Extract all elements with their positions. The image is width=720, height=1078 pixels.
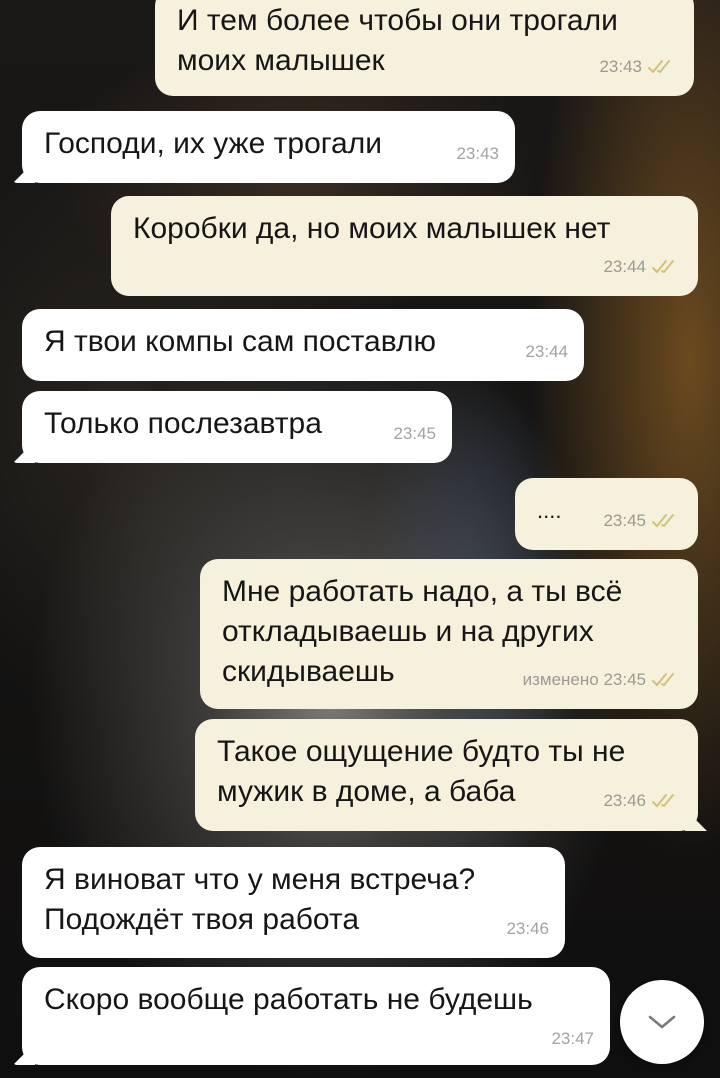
message-time: 23:47	[551, 1029, 594, 1048]
message-incoming[interactable]: Скоро вообще работать не будешь 23:47	[22, 967, 610, 1065]
message-time: 23:44	[603, 257, 646, 276]
message-outgoing[interactable]: Такое ощущение будто ты не мужик в доме,…	[195, 719, 698, 831]
message-text: Только послезавтра	[44, 407, 322, 440]
message-incoming[interactable]: Я виноват что у меня встреча? Подождёт т…	[22, 847, 565, 958]
chevron-down-icon	[648, 1015, 676, 1029]
message-outgoing[interactable]: .... 23:45	[515, 478, 698, 550]
message-outgoing[interactable]: Мне работать надо, а ты всё откладываешь…	[200, 559, 698, 709]
message-time: 23:46	[506, 919, 549, 938]
message-time: 23:44	[525, 342, 568, 361]
message-time: 23:43	[599, 57, 642, 76]
message-time: 23:46	[603, 791, 646, 810]
message-time: 23:45	[393, 424, 436, 443]
message-outgoing[interactable]: И тем более чтобы они трогали моих малыш…	[155, 0, 694, 96]
message-time: 23:43	[456, 144, 499, 163]
message-time: 23:45	[603, 511, 646, 530]
message-text: Коробки да, но моих малышек нет	[133, 212, 611, 245]
message-text: И тем более чтобы они трогали моих малыш…	[177, 4, 618, 77]
message-incoming[interactable]: Только послезавтра 23:45	[22, 391, 452, 463]
read-ticks-icon	[652, 794, 674, 808]
read-ticks-icon	[652, 673, 674, 687]
message-text: Скоро вообще работать не будешь	[44, 983, 533, 1016]
read-ticks-icon	[652, 260, 674, 274]
message-incoming[interactable]: Господи, их уже трогали 23:43	[22, 111, 515, 183]
message-incoming[interactable]: Я твои компы сам поставлю 23:44	[22, 309, 584, 381]
message-text: Я твои компы сам поставлю	[44, 325, 436, 358]
scroll-to-bottom-button[interactable]	[620, 980, 704, 1064]
message-time: изменено 23:45	[522, 670, 646, 689]
read-ticks-icon	[648, 60, 670, 74]
message-outgoing[interactable]: Коробки да, но моих малышек нет 23:44	[111, 196, 698, 296]
message-text: Господи, их уже трогали	[44, 127, 382, 160]
message-text: Я виноват что у меня встреча? Подождёт т…	[44, 863, 476, 936]
read-ticks-icon	[652, 514, 674, 528]
